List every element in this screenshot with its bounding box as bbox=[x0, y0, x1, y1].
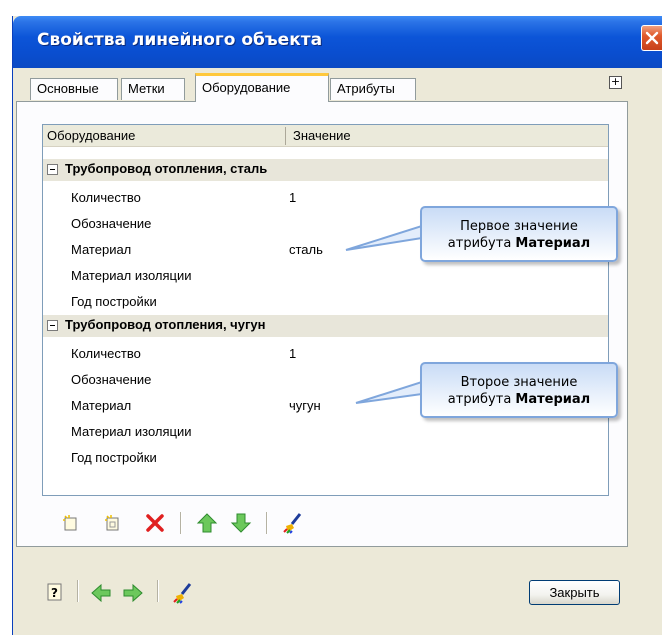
callout-text: атрибута Материал bbox=[422, 235, 616, 252]
column-header-equipment[interactable]: Оборудование bbox=[47, 128, 135, 143]
callout-emphasis: Материал bbox=[515, 392, 591, 407]
grid-header: Оборудование Значение bbox=[43, 125, 608, 147]
group-title: Трубопровод отопления, сталь bbox=[65, 161, 268, 176]
move-up-icon bbox=[196, 513, 218, 533]
callout-text: атрибута bbox=[447, 392, 516, 407]
collapse-icon[interactable] bbox=[47, 164, 58, 175]
window-close-button[interactable] bbox=[641, 25, 662, 51]
callout-pointer bbox=[355, 380, 422, 404]
tab-labels[interactable]: Метки bbox=[121, 78, 185, 100]
title-bar[interactable]: Свойства линейного объекта bbox=[13, 16, 662, 68]
property-name: Материал bbox=[71, 398, 132, 413]
group-title: Трубопровод отопления, чугун bbox=[65, 317, 266, 332]
tab-main[interactable]: Основные bbox=[30, 78, 118, 100]
add-subitem-icon bbox=[105, 515, 119, 531]
callout-first-material: Первое значение атрибута Материал bbox=[420, 206, 618, 262]
property-value[interactable]: чугун bbox=[289, 398, 321, 413]
property-name: Количество bbox=[71, 346, 141, 361]
callout-text: Первое значение bbox=[460, 219, 578, 234]
back-arrow-icon bbox=[91, 583, 111, 603]
callout-text: Второе значение bbox=[460, 375, 578, 390]
callout-emphasis: Материал bbox=[515, 236, 591, 251]
property-name: Год постройки bbox=[71, 450, 157, 465]
table-row[interactable]: Материал изоляции bbox=[43, 419, 608, 444]
property-value[interactable]: 1 bbox=[289, 190, 296, 205]
property-name: Обозначение bbox=[71, 216, 152, 231]
help-icon: ? bbox=[47, 583, 62, 601]
toolbar-separator bbox=[157, 580, 159, 602]
property-value[interactable]: сталь bbox=[289, 242, 323, 257]
group-row-cast-iron[interactable]: Трубопровод отопления, чугун bbox=[43, 315, 608, 337]
property-name: Год постройки bbox=[71, 294, 157, 309]
move-up-button[interactable] bbox=[196, 512, 218, 534]
help-button[interactable]: ? bbox=[45, 582, 67, 604]
property-value[interactable]: 1 bbox=[289, 346, 296, 361]
move-down-button[interactable] bbox=[230, 512, 252, 534]
callout-second-material: Второе значение атрибута Материал bbox=[420, 362, 618, 418]
collapse-icon[interactable] bbox=[47, 320, 58, 331]
close-icon bbox=[645, 31, 659, 45]
add-item-icon bbox=[63, 515, 77, 531]
group-row-steel[interactable]: Трубопровод отопления, сталь bbox=[43, 159, 608, 181]
tab-equipment[interactable]: Оборудование bbox=[195, 73, 329, 102]
tab-attributes[interactable]: Атрибуты bbox=[330, 78, 416, 100]
toolbar-separator bbox=[77, 580, 79, 602]
expand-icon[interactable]: + bbox=[609, 76, 622, 89]
toolbar-separator bbox=[180, 512, 182, 534]
brush-icon bbox=[173, 583, 192, 604]
table-row[interactable]: Год постройки bbox=[43, 445, 608, 470]
callout-text: атрибута Материал bbox=[422, 391, 616, 408]
brush-icon bbox=[283, 513, 302, 534]
forward-button[interactable] bbox=[122, 582, 144, 604]
add-subitem-button[interactable] bbox=[102, 512, 124, 534]
delete-button[interactable] bbox=[144, 512, 166, 534]
callout-pointer bbox=[345, 224, 422, 251]
forward-arrow-icon bbox=[123, 583, 143, 603]
property-name: Количество bbox=[71, 190, 141, 205]
move-down-icon bbox=[230, 513, 252, 533]
column-header-value[interactable]: Значение bbox=[293, 128, 351, 143]
property-name: Материал изоляции bbox=[71, 268, 192, 283]
property-name: Материал bbox=[71, 242, 132, 257]
callout-text: атрибута bbox=[447, 236, 516, 251]
table-row[interactable]: Материал изоляции bbox=[43, 263, 608, 288]
property-name: Обозначение bbox=[71, 372, 152, 387]
delete-icon bbox=[146, 514, 164, 532]
table-row[interactable]: Год постройки bbox=[43, 289, 608, 314]
format-brush-button[interactable] bbox=[282, 512, 304, 534]
equipment-grid: Оборудование Значение Трубопровод отопле… bbox=[42, 124, 609, 496]
format-brush-button[interactable] bbox=[172, 582, 194, 604]
column-separator[interactable] bbox=[285, 127, 286, 145]
window-title: Свойства линейного объекта bbox=[37, 30, 323, 50]
toolbar-separator bbox=[266, 512, 268, 534]
add-item-button[interactable] bbox=[60, 512, 82, 534]
svg-text:?: ? bbox=[51, 586, 58, 600]
close-button[interactable]: Закрыть bbox=[529, 580, 620, 605]
property-name: Материал изоляции bbox=[71, 424, 192, 439]
back-button[interactable] bbox=[90, 582, 112, 604]
